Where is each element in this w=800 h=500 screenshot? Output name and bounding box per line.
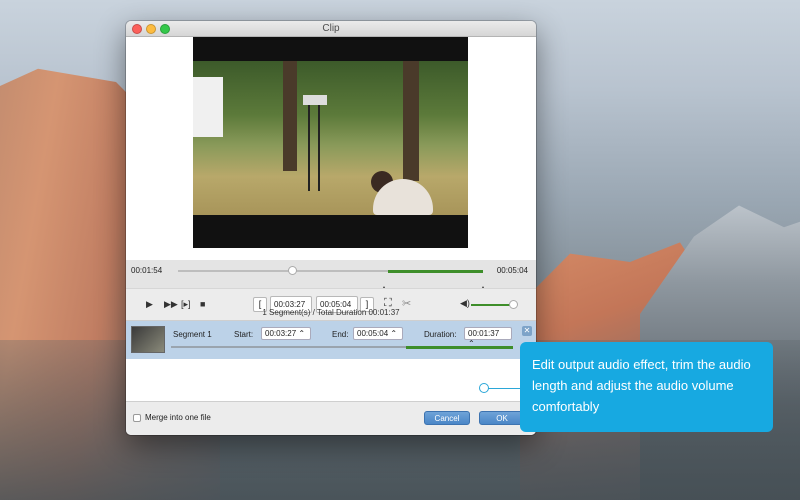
callout-connector	[484, 388, 520, 389]
tripod-leg	[308, 101, 310, 191]
start-label: Start:	[234, 330, 254, 339]
cancel-button[interactable]: Cancel	[424, 411, 470, 425]
footer: Merge into one file Cancel OK	[126, 402, 536, 435]
duration-label: Duration:	[424, 330, 457, 339]
window-title: Clip	[322, 23, 340, 34]
video-preview[interactable]	[193, 37, 468, 248]
segment-start-value: 00:03:27	[265, 329, 297, 338]
segment-end-value: 00:05:04	[357, 329, 389, 338]
list-item[interactable]: Segment 1 Start: 00:03:27 ⌃ End: 00:05:0…	[126, 321, 536, 359]
reflector-board	[193, 77, 223, 137]
merge-label: Merge into one file	[145, 413, 211, 422]
segment-duration-field[interactable]: 00:01:37 ⌃	[464, 327, 512, 348]
video-frame	[193, 61, 468, 215]
callout-dot	[479, 383, 489, 393]
end-label: End:	[332, 330, 349, 339]
tripod-leg	[318, 101, 320, 191]
playhead-handle[interactable]	[288, 266, 297, 275]
callout-bubble: Edit output audio effect, trim the audio…	[520, 342, 773, 432]
current-time: 00:01:54	[131, 266, 163, 275]
segment-start-field[interactable]: 00:03:27 ⌃	[261, 327, 311, 340]
camera	[303, 95, 327, 105]
clip-window: Clip 00:01:54 00:05:04 ▶ ▶▶ [▸] ■ [00:0…	[126, 21, 536, 435]
segment-thumbnail	[131, 326, 165, 353]
title-bar: Clip	[126, 21, 536, 37]
timeline: 00:01:54 00:05:04	[126, 260, 536, 292]
segment-selection	[406, 345, 513, 349]
delete-segment-icon[interactable]: ✕	[522, 326, 532, 336]
timeline-track[interactable]	[178, 266, 486, 292]
timeline-selection	[388, 269, 483, 273]
segment-end-field[interactable]: 00:05:04 ⌃	[353, 327, 403, 340]
tree-trunk	[403, 61, 419, 181]
ok-button[interactable]: OK	[479, 411, 525, 425]
merge-checkbox[interactable]	[133, 414, 141, 422]
segment-list: Segment 1 Start: 00:03:27 ⌃ End: 00:05:0…	[126, 320, 536, 402]
segment-name: Segment 1	[173, 330, 212, 339]
video-area	[126, 37, 536, 260]
segment-track	[171, 345, 513, 349]
segment-duration-value: 00:01:37	[468, 329, 500, 338]
tree-trunk	[283, 61, 297, 171]
segment-summary: 1 Segment(s) / Total Duration 00:01:37	[262, 308, 400, 317]
end-time: 00:05:04	[496, 266, 528, 275]
